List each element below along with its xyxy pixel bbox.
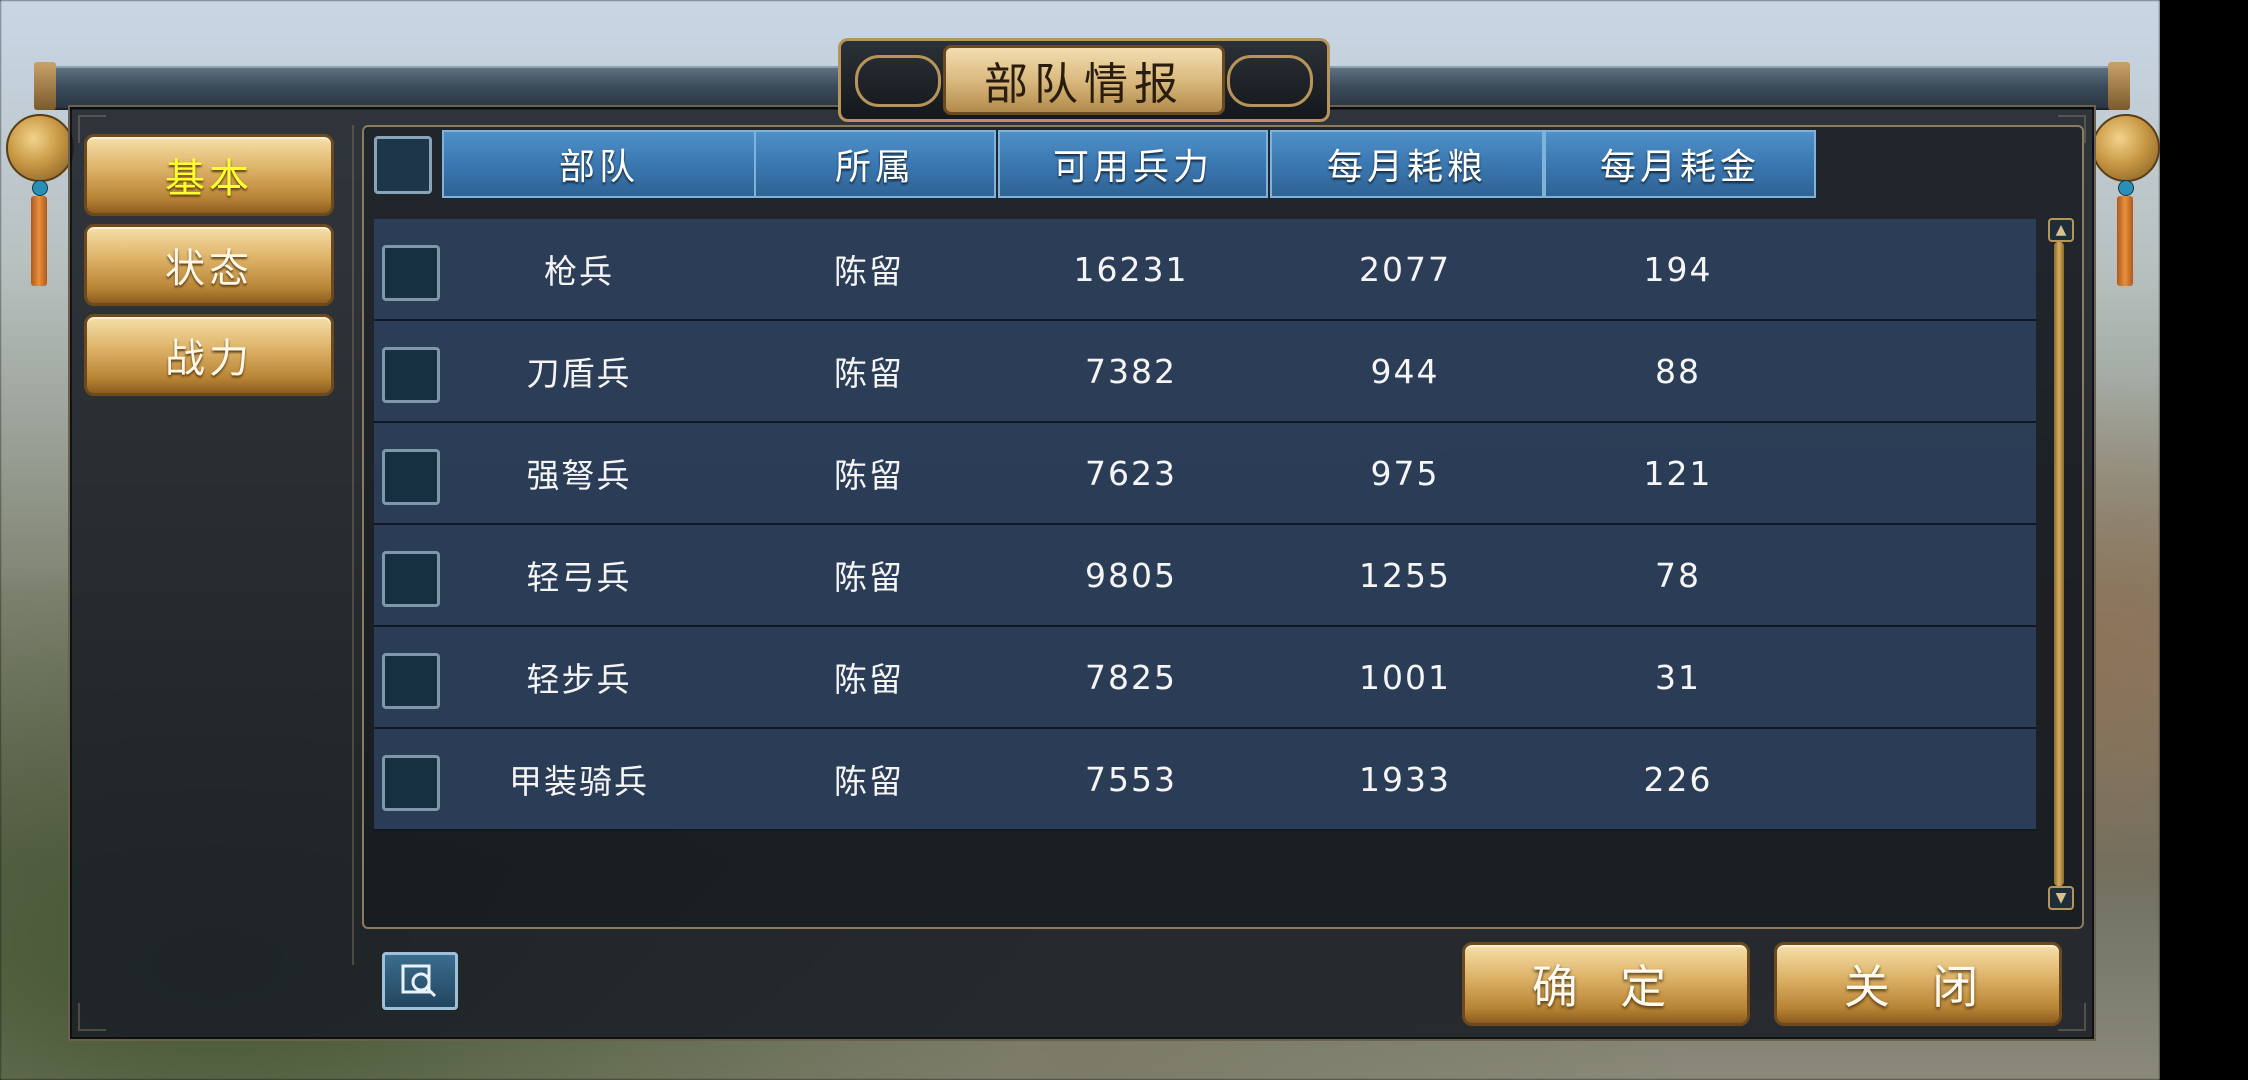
cell-troops: 9805 bbox=[1085, 555, 1177, 595]
medallion-right-icon bbox=[2092, 114, 2160, 182]
cell-belongs: 陈留 bbox=[834, 762, 904, 801]
column-header-troops[interactable]: 可用兵力 bbox=[998, 130, 1268, 198]
cell-food: 975 bbox=[1370, 453, 1440, 493]
ornament-right-icon bbox=[1227, 55, 1313, 107]
tab-basic[interactable]: 基本 bbox=[84, 134, 334, 216]
tab-combat-power[interactable]: 战力 bbox=[84, 314, 334, 396]
column-header-gold[interactable]: 每月耗金 bbox=[1544, 130, 1816, 198]
cell-gold: 121 bbox=[1643, 453, 1713, 493]
search-button[interactable] bbox=[382, 952, 458, 1010]
close-button[interactable]: 关 闭 bbox=[1774, 942, 2062, 1026]
search-icon bbox=[401, 964, 437, 998]
cell-food: 1255 bbox=[1359, 555, 1451, 595]
cell-belongs: 陈留 bbox=[834, 558, 904, 597]
bead-left bbox=[32, 180, 48, 196]
row-checkbox[interactable] bbox=[382, 551, 440, 607]
confirm-button[interactable]: 确 定 bbox=[1462, 942, 1750, 1026]
letterbox-bar bbox=[2160, 0, 2248, 1080]
cell-food: 1933 bbox=[1359, 759, 1451, 799]
row-checkbox[interactable] bbox=[382, 449, 440, 505]
table-scrollbar[interactable]: ▲ ▼ bbox=[2048, 218, 2074, 910]
table-row[interactable]: 枪兵 陈留 16231 2077 194 bbox=[374, 219, 2036, 321]
cell-unit: 强弩兵 bbox=[526, 456, 632, 495]
cell-belongs: 陈留 bbox=[834, 660, 904, 699]
medallion-left-icon bbox=[6, 114, 74, 182]
cell-belongs: 陈留 bbox=[834, 456, 904, 495]
row-checkbox[interactable] bbox=[382, 245, 440, 301]
scroll-track[interactable] bbox=[2054, 242, 2064, 886]
cell-belongs: 陈留 bbox=[834, 354, 904, 393]
cell-unit: 甲装骑兵 bbox=[509, 762, 649, 801]
cell-troops: 16231 bbox=[1073, 249, 1189, 289]
cell-belongs: 陈留 bbox=[834, 252, 904, 291]
cell-troops: 7553 bbox=[1085, 759, 1177, 799]
column-header-belongs[interactable]: 所属 bbox=[754, 130, 996, 198]
cell-food: 1001 bbox=[1359, 657, 1451, 697]
cell-troops: 7825 bbox=[1085, 657, 1177, 697]
cell-gold: 194 bbox=[1643, 249, 1713, 289]
table-row[interactable]: 轻弓兵 陈留 9805 1255 78 bbox=[374, 525, 2036, 627]
cell-food: 2077 bbox=[1359, 249, 1451, 289]
cell-unit: 轻步兵 bbox=[526, 660, 632, 699]
cell-gold: 226 bbox=[1643, 759, 1713, 799]
cell-gold: 31 bbox=[1655, 657, 1701, 697]
rod-end-right bbox=[2108, 62, 2130, 110]
cell-gold: 88 bbox=[1655, 351, 1701, 391]
table-row[interactable]: 强弩兵 陈留 7623 975 121 bbox=[374, 423, 2036, 525]
table-row[interactable]: 刀盾兵 陈留 7382 944 88 bbox=[374, 321, 2036, 423]
cell-food: 944 bbox=[1370, 351, 1440, 391]
bead-right bbox=[2118, 180, 2134, 196]
tab-status[interactable]: 状态 bbox=[84, 224, 334, 306]
title-plaque: 部队情报 bbox=[838, 38, 1330, 122]
cell-gold: 78 bbox=[1655, 555, 1701, 595]
tassel-right-icon bbox=[2117, 196, 2133, 286]
column-header-food[interactable]: 每月耗粮 bbox=[1270, 130, 1544, 198]
cell-unit: 枪兵 bbox=[544, 252, 614, 291]
select-all-checkbox[interactable] bbox=[374, 136, 432, 194]
scroll-down-icon[interactable]: ▼ bbox=[2048, 886, 2074, 910]
window-title: 部队情报 bbox=[943, 45, 1225, 115]
row-checkbox[interactable] bbox=[382, 347, 440, 403]
scroll-up-icon[interactable]: ▲ bbox=[2048, 218, 2074, 242]
cell-unit: 轻弓兵 bbox=[526, 558, 632, 597]
ornament-left-icon bbox=[855, 55, 941, 107]
panel-corner bbox=[78, 1003, 106, 1031]
table-row[interactable]: 甲装骑兵 陈留 7553 1933 226 bbox=[374, 729, 2036, 831]
sidebar-divider bbox=[352, 125, 354, 965]
row-checkbox[interactable] bbox=[382, 653, 440, 709]
panel-corner bbox=[2058, 1003, 2086, 1031]
cell-unit: 刀盾兵 bbox=[526, 354, 632, 393]
tassel-left-icon bbox=[31, 196, 47, 286]
rod-end-left bbox=[34, 62, 56, 110]
column-header-unit[interactable]: 部队 bbox=[442, 130, 756, 198]
cell-troops: 7382 bbox=[1085, 351, 1177, 391]
table-row[interactable]: 轻步兵 陈留 7825 1001 31 bbox=[374, 627, 2036, 729]
cell-troops: 7623 bbox=[1085, 453, 1177, 493]
row-checkbox[interactable] bbox=[382, 755, 440, 811]
